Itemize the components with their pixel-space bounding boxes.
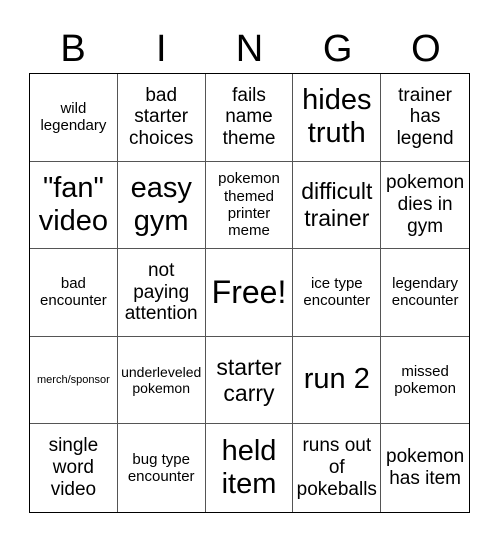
bingo-cell[interactable]: difficult trainer — [293, 161, 382, 250]
bingo-cell[interactable]: pokemon themed printer meme — [205, 161, 294, 250]
bingo-cell[interactable]: bad encounter — [30, 249, 118, 337]
bingo-cell[interactable]: bug type encounter — [118, 424, 206, 512]
bingo-cell[interactable]: starter carry — [205, 336, 294, 425]
bingo-cell[interactable]: ice type encounter — [293, 249, 382, 337]
bingo-cell[interactable]: hides truth — [293, 74, 382, 162]
bingo-cell[interactable]: pokemon has item — [381, 424, 469, 512]
bingo-cell[interactable]: run 2 — [293, 336, 382, 425]
bingo-grid: wild legendary bad starter choices fails… — [29, 73, 470, 513]
bingo-cell[interactable]: bad starter choices — [117, 74, 206, 162]
bingo-cell[interactable]: runs out of pokeballs — [293, 424, 382, 512]
header-letter-i: I — [156, 28, 167, 70]
bingo-cell[interactable]: missed pokemon — [381, 337, 469, 425]
header-letter-b: B — [60, 28, 86, 70]
bingo-cell[interactable]: pokemon dies in gym — [381, 162, 469, 250]
header-letter-o: O — [411, 28, 441, 70]
bingo-cell[interactable]: underleveled pokemon — [117, 336, 206, 425]
header-letter-g: G — [322, 28, 353, 70]
bingo-cell[interactable]: fails name theme — [205, 74, 294, 162]
bingo-cell[interactable]: held item — [206, 424, 294, 512]
bingo-cell[interactable]: "fan" video — [30, 161, 118, 250]
bingo-cell[interactable]: legendary encounter — [381, 249, 469, 337]
bingo-cell[interactable]: wild legendary — [30, 74, 118, 162]
bingo-cell[interactable]: merch/sponsor — [30, 336, 118, 425]
bingo-header: B I N G O — [29, 26, 470, 72]
bingo-cell[interactable]: not paying attention — [117, 249, 206, 337]
bingo-cell[interactable]: trainer has legend — [381, 74, 469, 162]
header-letter-n: N — [235, 28, 264, 70]
free-space[interactable]: Free! — [205, 249, 294, 337]
bingo-cell[interactable]: easy gym — [117, 161, 206, 250]
bingo-cell[interactable]: single word video — [30, 424, 118, 512]
